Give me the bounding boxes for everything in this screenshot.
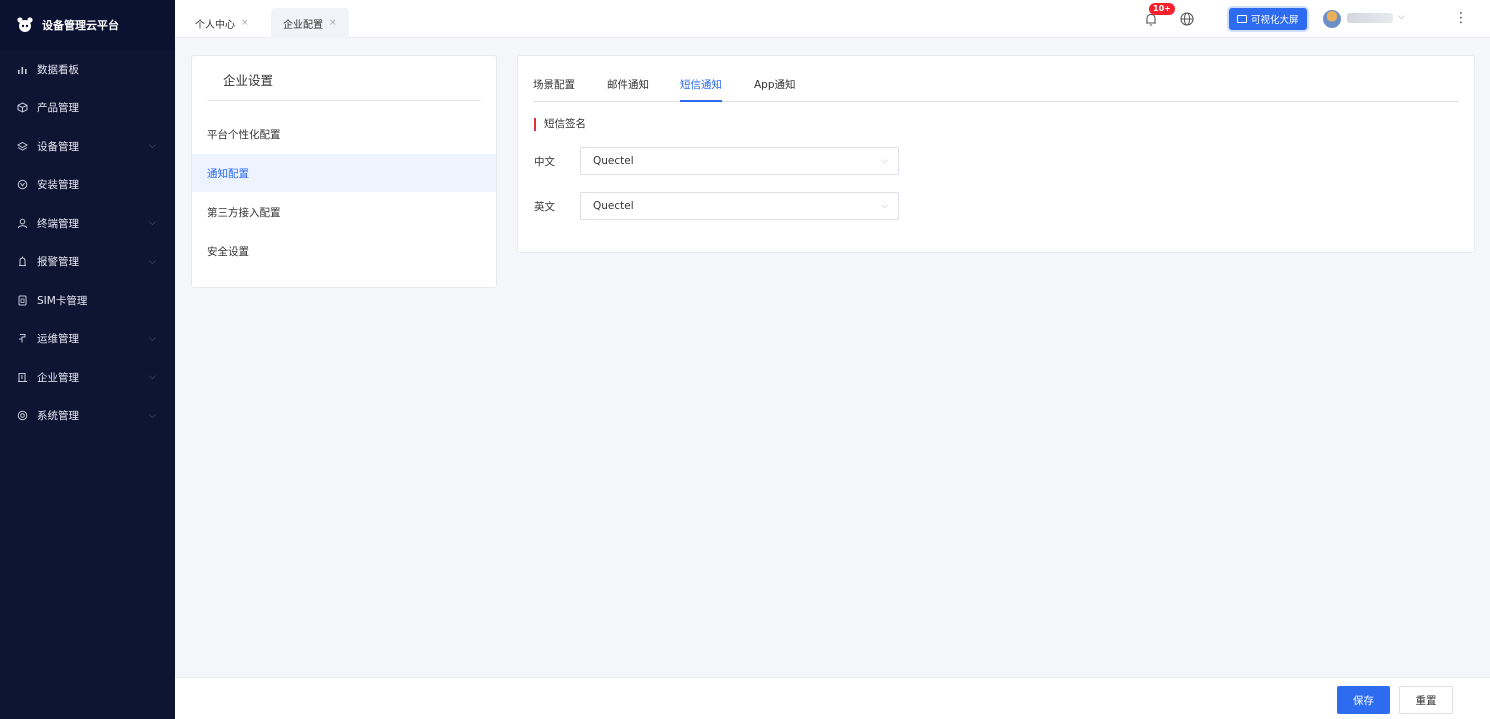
sidebar-item-label: 报警管理 <box>37 256 79 269</box>
avatar[interactable] <box>1323 10 1341 28</box>
tab-label: 企业配置 <box>283 19 323 31</box>
close-icon[interactable]: × <box>241 18 249 28</box>
brand[interactable]: 设备管理云平台 <box>0 0 175 50</box>
bigscreen-label: 可视化大屏 <box>1251 15 1299 26</box>
settings-title: 企业设置 <box>223 73 274 88</box>
layers-icon <box>16 140 28 152</box>
maintenance-icon <box>16 333 28 345</box>
sidebar-item-alarms[interactable]: 报警管理 ⌵ <box>0 243 175 282</box>
sidebar-item-label: 系统管理 <box>37 410 79 423</box>
content-panel: 场景配置 邮件通知 短信通知 App通知 短信签名 中文 Quectel ⌵ 英… <box>517 55 1475 253</box>
tab-email-notification[interactable]: 邮件通知 <box>607 77 649 102</box>
username[interactable] <box>1347 13 1393 23</box>
tab-enterprise-config[interactable]: 企业配置 × <box>271 8 349 38</box>
settings-panel: 企业设置 平台个性化配置 通知配置 第三方接入配置 安全设置 <box>191 55 497 288</box>
building-icon <box>16 371 28 383</box>
footer-bar: 保存 重置 <box>175 677 1490 719</box>
chevron-down-icon: ⌵ <box>149 372 156 383</box>
sidebar-item-label: SIM卡管理 <box>37 294 88 307</box>
bigscreen-button[interactable]: 可视化大屏 <box>1229 8 1307 30</box>
tab-personal-center[interactable]: 个人中心 × <box>183 8 261 38</box>
app-title: 设备管理云平台 <box>42 19 119 32</box>
select-value: Quectel <box>593 155 634 167</box>
chevron-down-icon: ⌵ <box>149 218 156 229</box>
bar-chart-icon <box>16 63 28 75</box>
chinese-signature-select[interactable]: Quectel ⌵ <box>580 147 899 175</box>
close-icon[interactable]: × <box>329 18 337 28</box>
sidebar-item-system[interactable]: 系统管理 ⌵ <box>0 397 175 436</box>
settings-item-security[interactable]: 安全设置 <box>192 232 496 270</box>
notification-badge: 10+ <box>1149 3 1175 15</box>
sidebar-item-installation[interactable]: 安装管理 <box>0 166 175 205</box>
chevron-down-icon: ⌵ <box>149 333 156 344</box>
sidebar-item-dashboard[interactable]: 数据看板 <box>0 50 175 89</box>
sidebar-item-maintenance[interactable]: 运维管理 ⌵ <box>0 320 175 359</box>
tab-scene-config[interactable]: 场景配置 <box>533 77 575 102</box>
chevron-down-icon: ⌵ <box>881 156 888 166</box>
tab-sms-notification[interactable]: 短信通知 <box>680 77 722 102</box>
alarm-icon <box>16 256 28 268</box>
chevron-down-icon[interactable]: ⌵ <box>1398 12 1405 22</box>
sidebar-item-label: 产品管理 <box>37 102 79 115</box>
sidebar-item-products[interactable]: 产品管理 <box>0 89 175 128</box>
globe-icon[interactable] <box>1179 11 1195 27</box>
save-button[interactable]: 保存 <box>1337 686 1390 714</box>
notification-tabs: 场景配置 邮件通知 短信通知 App通知 <box>533 72 1459 102</box>
tab-label: 个人中心 <box>195 19 235 31</box>
sidebar: 设备管理云平台 数据看板 产品管理 设备管理 ⌵ 安装管理 终端管理 ⌵ 报警管… <box>0 0 175 719</box>
field-label-english: 英文 <box>534 201 555 213</box>
field-label-chinese: 中文 <box>534 156 555 168</box>
settings-item-platform[interactable]: 平台个性化配置 <box>192 115 496 153</box>
sidebar-item-sim[interactable]: SIM卡管理 <box>0 281 175 320</box>
chevron-down-icon: ⌵ <box>881 201 888 211</box>
english-signature-select[interactable]: Quectel ⌵ <box>580 192 899 220</box>
tab-app-notification[interactable]: App通知 <box>754 77 796 102</box>
chevron-down-icon: ⌵ <box>149 256 156 267</box>
sidebar-menu: 数据看板 产品管理 设备管理 ⌵ 安装管理 终端管理 ⌵ 报警管理 ⌵ SIM卡… <box>0 50 175 435</box>
sidebar-item-terminals[interactable]: 终端管理 ⌵ <box>0 204 175 243</box>
sidebar-item-label: 数据看板 <box>37 63 79 76</box>
top-bar: 个人中心 × 企业配置 × 10+ 可视化大屏 ⌵ ⋮ <box>175 0 1490 38</box>
cube-icon <box>16 102 28 114</box>
reset-button[interactable]: 重置 <box>1399 686 1453 714</box>
more-icon[interactable]: ⋮ <box>1454 10 1468 26</box>
settings-item-third-party[interactable]: 第三方接入配置 <box>192 193 496 231</box>
user-icon <box>16 217 28 229</box>
settings-icon <box>16 410 28 422</box>
sim-card-icon <box>16 294 28 306</box>
install-icon <box>16 179 28 191</box>
sidebar-item-label: 设备管理 <box>37 140 79 153</box>
monitor-icon <box>1237 15 1247 23</box>
sidebar-item-label: 企业管理 <box>37 371 79 384</box>
chevron-down-icon: ⌵ <box>149 410 156 421</box>
chevron-down-icon: ⌵ <box>149 141 156 152</box>
sidebar-item-label: 安装管理 <box>37 179 79 192</box>
sidebar-item-label: 终端管理 <box>37 217 79 230</box>
divider <box>207 100 481 101</box>
sidebar-item-label: 运维管理 <box>37 333 79 346</box>
sidebar-item-devices[interactable]: 设备管理 ⌵ <box>0 127 175 166</box>
section-title: 短信签名 <box>534 118 586 131</box>
select-value: Quectel <box>593 200 634 212</box>
settings-item-notification[interactable]: 通知配置 <box>192 154 496 192</box>
sidebar-item-enterprise[interactable]: 企业管理 ⌵ <box>0 358 175 397</box>
logo-icon <box>17 17 33 32</box>
